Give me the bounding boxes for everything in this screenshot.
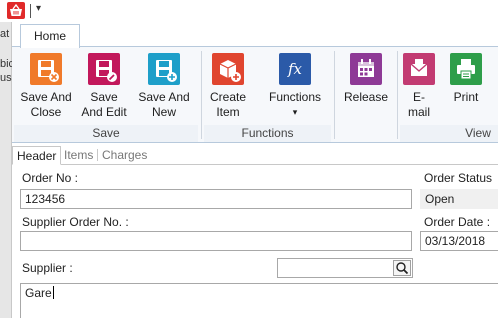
save-and-edit-button[interactable]: Save And Edit (76, 51, 132, 120)
save-and-close-button[interactable]: Save And Close (14, 51, 78, 120)
order-status-field: Open (420, 189, 498, 209)
tab-home[interactable]: Home (20, 24, 80, 48)
email-button[interactable]: E- mail (400, 51, 438, 120)
order-no-field[interactable]: 123456 (20, 189, 412, 209)
create-item-label-2: Item (216, 105, 240, 119)
group-separator (397, 51, 398, 139)
save-and-new-label-2: New (151, 105, 176, 119)
save-and-new-button[interactable]: Save And New (133, 51, 195, 120)
floppy-edit-icon (88, 53, 120, 85)
printer-icon (450, 53, 482, 85)
view-group-label: View (465, 126, 491, 140)
email-label-1: E- (413, 90, 425, 104)
background-window: at bic us (0, 22, 14, 318)
magnifier-icon (396, 262, 409, 275)
order-date-label: Order Date : (424, 215, 491, 229)
floppy-new-icon (148, 53, 180, 85)
supplier-text-area[interactable]: Gare (20, 283, 498, 318)
customize-toolbar-dropdown-icon[interactable]: ▾ (36, 3, 41, 14)
order-no-label: Order No : (22, 171, 79, 185)
chevron-down-icon: ▾ (292, 107, 298, 117)
tab-items[interactable]: Items (60, 146, 97, 165)
print-button[interactable]: Print (446, 51, 486, 105)
envelope-icon (403, 53, 435, 85)
form-tabs: Header Items Charges (12, 145, 498, 165)
svg-text:fx: fx (287, 60, 303, 78)
save-and-close-label-2: Close (30, 105, 62, 119)
calendar-icon (350, 53, 382, 85)
supplier-search-input[interactable] (277, 258, 413, 278)
box-plus-icon (212, 53, 244, 85)
create-item-button[interactable]: Create Item (206, 51, 250, 120)
functions-label: Functions (268, 90, 322, 104)
ribbon: Save And Close Save And Edit Save And Ne… (12, 46, 498, 143)
save-and-close-label-1: Save And (20, 90, 72, 104)
functions-group-label: Functions (241, 126, 294, 140)
tab-charges[interactable]: Charges (98, 146, 151, 165)
header-form: Order No : 123456 Order Status : Open Su… (12, 165, 498, 318)
order-date-field[interactable]: 03/13/2018 (420, 231, 498, 251)
supplier-order-no-label: Supplier Order No. : (22, 215, 129, 229)
supplier-label: Supplier : (22, 261, 73, 275)
text-cursor (52, 286, 54, 299)
release-label: Release (343, 90, 389, 104)
ribbon-tab-strip: Home (12, 22, 498, 48)
search-button[interactable] (393, 260, 411, 276)
quick-access-toolbar: ▾ (0, 0, 498, 22)
group-separator (201, 51, 202, 139)
release-button[interactable]: Release (338, 51, 394, 105)
supplier-text-value: Gare (25, 286, 52, 300)
fx-icon: fx (279, 53, 311, 85)
supplier-order-no-field[interactable] (20, 231, 412, 251)
save-and-edit-label-1: Save (90, 90, 118, 104)
print-label: Print (453, 90, 479, 104)
tab-header[interactable]: Header (12, 146, 62, 165)
save-and-new-label-1: Save And (138, 90, 190, 104)
background-text: us (0, 72, 12, 84)
group-separator (334, 51, 335, 139)
save-group-label: Save (92, 126, 120, 140)
floppy-close-icon (30, 53, 62, 85)
basket-icon[interactable] (7, 2, 25, 19)
save-and-edit-label-2: And Edit (81, 105, 127, 119)
email-label-2: mail (407, 105, 430, 119)
functions-dropdown-button[interactable]: fx Functions ▾ (262, 51, 328, 120)
create-item-label-1: Create (209, 90, 247, 104)
toolbar-separator (30, 4, 31, 18)
background-text: at (0, 28, 10, 40)
